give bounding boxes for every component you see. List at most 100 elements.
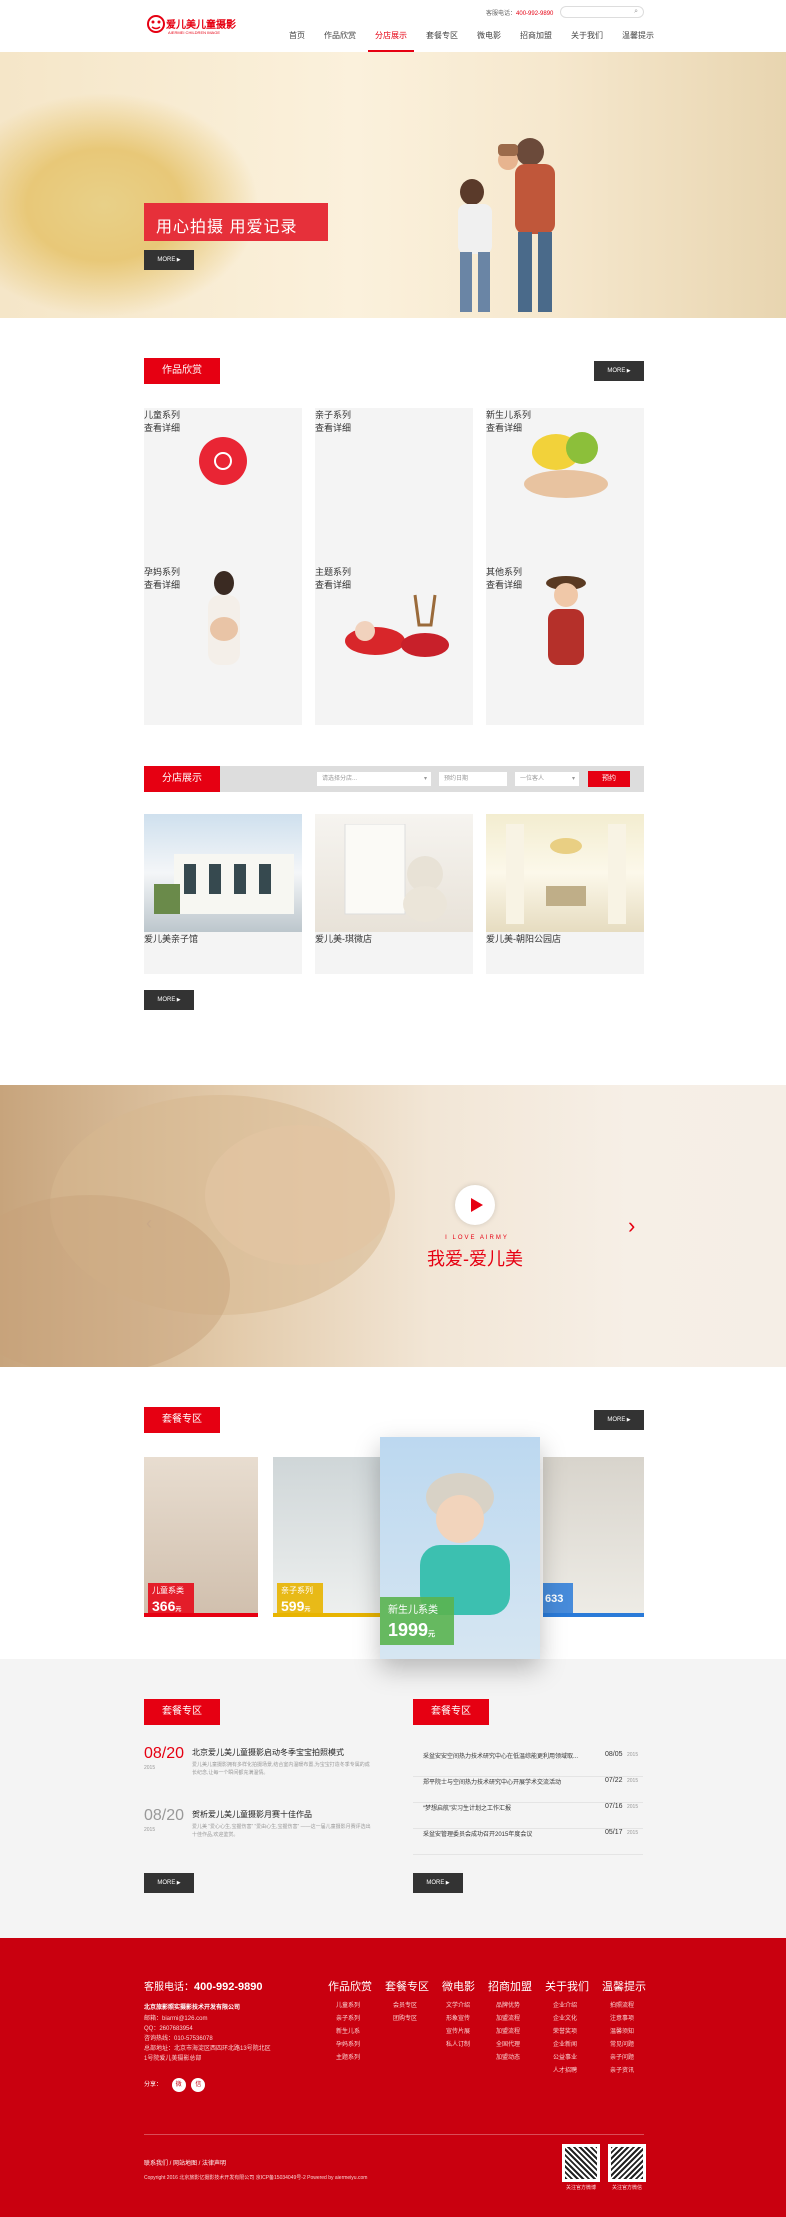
nav-works[interactable]: 作品欣赏	[317, 30, 363, 52]
package-card-newborn[interactable]: 新生儿系类 1999元	[380, 1437, 540, 1659]
footer-link[interactable]: 人才招聘	[553, 2065, 589, 2078]
packages-more-button[interactable]: MORE	[594, 1410, 644, 1430]
nav-franchise[interactable]: 招商加盟	[513, 30, 559, 52]
footer-col-title[interactable]: 招商加盟	[488, 1978, 532, 1994]
site-logo[interactable]: 爱儿美儿童摄影 AIERMEI CHILDREN IMAGE	[144, 12, 236, 40]
nav-home[interactable]: 首页	[282, 30, 312, 52]
footer-col-title[interactable]: 关于我们	[545, 1978, 589, 1994]
search-icon[interactable]: ⌕	[634, 8, 638, 16]
news-headline[interactable]: 贺析爱儿美儿童摄影月赛十佳作品	[192, 1809, 312, 1820]
qr-label: 关注官方微信	[611, 2185, 642, 2191]
package-card-family[interactable]: 亲子系列 599元	[273, 1457, 383, 1617]
footer-link[interactable]: 亲子问题	[610, 2052, 646, 2065]
news-title[interactable]: 郑平院士与空间热力技术研究中心开展学术交流活动	[423, 1777, 561, 1786]
footer-link[interactable]: 注意事项	[610, 2013, 646, 2026]
footer-link[interactable]: 全国代理	[496, 2039, 532, 2052]
stores-title: 分店展示	[144, 766, 220, 792]
weibo-icon[interactable]: 微	[171, 2078, 186, 2092]
package-card-4[interactable]: 633	[543, 1457, 644, 1617]
news-right-item[interactable]: 采盆安安空间热力技术研究中心在低温综能更利用领域取... 08/05 2015	[413, 1751, 643, 1777]
store-card-2[interactable]: 爱儿美-琪微店	[315, 814, 473, 974]
footer-link[interactable]: 品牌优势	[496, 2000, 532, 2013]
work-card-maternity[interactable]: 孕妈系列 查看详细	[144, 565, 302, 725]
footer-link[interactable]: 荣誉奖项	[553, 2026, 589, 2039]
work-subtitle[interactable]: 查看详细	[315, 421, 473, 434]
news-right-more-button[interactable]: MORE	[413, 1873, 463, 1893]
book-button[interactable]: 预约	[588, 771, 630, 787]
work-subtitle[interactable]: 查看详细	[144, 421, 302, 434]
footer-col-packages: 套餐专区 会员专区 团购专区	[385, 1978, 429, 2078]
footer-link[interactable]: 常见问题	[610, 2039, 646, 2052]
nav-tips[interactable]: 温馨提示	[615, 30, 661, 52]
footer-link[interactable]: 主题系列	[336, 2052, 372, 2065]
footer-link[interactable]: 亲子系列	[336, 2013, 372, 2026]
footer-link[interactable]: 团购专区	[393, 2013, 429, 2026]
store-select[interactable]: 请选择分店... ▾	[316, 771, 432, 787]
footer-col-works: 作品欣赏 儿童系列 亲子系列 新生儿系 孕妈系列 主题系列	[328, 1978, 372, 2078]
package-card-children[interactable]: 儿童系类 366元	[144, 1457, 258, 1617]
footer-link[interactable]: 宣传片展	[446, 2026, 475, 2039]
footer-link[interactable]: 加盟流程	[496, 2026, 532, 2039]
footer-link[interactable]: 私人订制	[446, 2039, 475, 2052]
footer-col-franchise: 招商加盟 品牌优势 加盟流程 加盟流程 全国代理 加盟动态	[488, 1978, 532, 2078]
qr-code-icon	[608, 2144, 646, 2182]
store-card-1[interactable]: 爱儿美亲子馆	[144, 814, 302, 974]
work-card-other[interactable]: 其他系列 查看详细	[486, 565, 644, 725]
footer-link[interactable]: 文学介绍	[446, 2000, 475, 2013]
news-title[interactable]: “梦想启航”实习生计划之工作汇报	[423, 1803, 511, 1812]
footer-bottom-links[interactable]: 联系我们 / 网站地图 / 法律声明	[144, 2158, 226, 2171]
footer-link[interactable]: 企业介绍	[553, 2000, 589, 2013]
footer-link[interactable]: 温馨须知	[610, 2026, 646, 2039]
news-right-item[interactable]: 郑平院士与空间热力技术研究中心开展学术交流活动 07/22 2015	[413, 1777, 643, 1803]
header-search-input[interactable]: ⌕	[560, 6, 644, 18]
play-button[interactable]	[455, 1185, 495, 1225]
footer-link[interactable]: 形象宣传	[446, 2013, 475, 2026]
footer-col-film: 微电影 文学介绍 形象宣传 宣传片展 私人订制	[442, 1978, 475, 2078]
news-title[interactable]: 采盆安安空间热力技术研究中心在低温综能更利用领域取...	[423, 1751, 578, 1760]
hero-more-button[interactable]: MORE	[144, 250, 194, 270]
nav-about[interactable]: 关于我们	[564, 30, 610, 52]
nav-stores[interactable]: 分店展示	[368, 30, 414, 52]
footer-link[interactable]: 新生儿系	[336, 2026, 372, 2039]
news-title[interactable]: 采盆安管理委员会成功召开2015年度会议	[423, 1829, 532, 1838]
footer-link[interactable]: 会员专区	[393, 2000, 429, 2013]
nav-packages[interactable]: 套餐专区	[419, 30, 465, 52]
footer-col-title[interactable]: 微电影	[442, 1978, 475, 1994]
work-card-newborn[interactable]: 新生儿系列 查看详细	[486, 408, 644, 568]
next-arrow-icon[interactable]: ›	[628, 1213, 635, 1239]
footer-link[interactable]: 加盟流程	[496, 2013, 532, 2026]
footer-link[interactable]: 亲子资讯	[610, 2065, 646, 2078]
footer-link[interactable]: 孕妈系列	[336, 2039, 372, 2052]
footer-link[interactable]: 儿童系列	[336, 2000, 372, 2013]
footer-col-title[interactable]: 温馨提示	[602, 1978, 646, 1994]
footer-link[interactable]: 企业新闻	[553, 2039, 589, 2052]
footer-link[interactable]: 加盟动态	[496, 2052, 532, 2065]
date-select-value: 预约日期	[444, 776, 469, 782]
date-select[interactable]: 预约日期	[438, 771, 508, 787]
store-card-3[interactable]: 爱儿美-朝阳公园店	[486, 814, 644, 974]
footer-link[interactable]: 拍照流程	[610, 2000, 646, 2013]
video-title: 我爱-爱儿美	[427, 1249, 523, 1269]
stores-section: 分店展示 请选择分店... ▾ 预约日期 一位客人 ▾ 预约 爱儿美亲子馆 爱儿美-…	[0, 766, 786, 1085]
news-right-item[interactable]: 采盆安管理委员会成功召开2015年度会议 05/17 2015	[413, 1829, 643, 1855]
footer-col-title[interactable]: 作品欣赏	[328, 1978, 372, 1994]
footer-phone-number: 400-992-9890	[194, 1981, 263, 1993]
news-right-item[interactable]: “梦想启航”实习生计划之工作汇报 07/16 2015	[413, 1803, 643, 1829]
footer-col-title[interactable]: 套餐专区	[385, 1978, 429, 1994]
nav-film[interactable]: 微电影	[470, 30, 508, 52]
newborn-image	[420, 1473, 510, 1615]
footer-link[interactable]: 公益事业	[553, 2052, 589, 2065]
guest-select[interactable]: 一位客人 ▾	[514, 771, 580, 787]
works-more-button[interactable]: MORE	[594, 361, 644, 381]
wechat-icon[interactable]: 信	[191, 2078, 206, 2092]
qr-wechat: 关注官方微信	[608, 2144, 646, 2191]
stores-more-button[interactable]: MORE	[144, 990, 194, 1010]
news-headline[interactable]: 北京爱儿美儿童摄影启动冬季宝宝拍照模式	[192, 1747, 344, 1758]
work-card-theme[interactable]: 主题系列 查看详细	[315, 565, 473, 725]
store-name: 爱儿美亲子馆	[144, 934, 199, 944]
news-left-more-button[interactable]: MORE	[144, 1873, 194, 1893]
work-card-children[interactable]: 儿童系列 查看详细	[144, 408, 302, 568]
footer-link[interactable]: 企业文化	[553, 2013, 589, 2026]
work-card-family[interactable]: 亲子系列 查看详细	[315, 408, 473, 568]
prev-arrow-icon[interactable]: ‹	[146, 1213, 152, 1234]
